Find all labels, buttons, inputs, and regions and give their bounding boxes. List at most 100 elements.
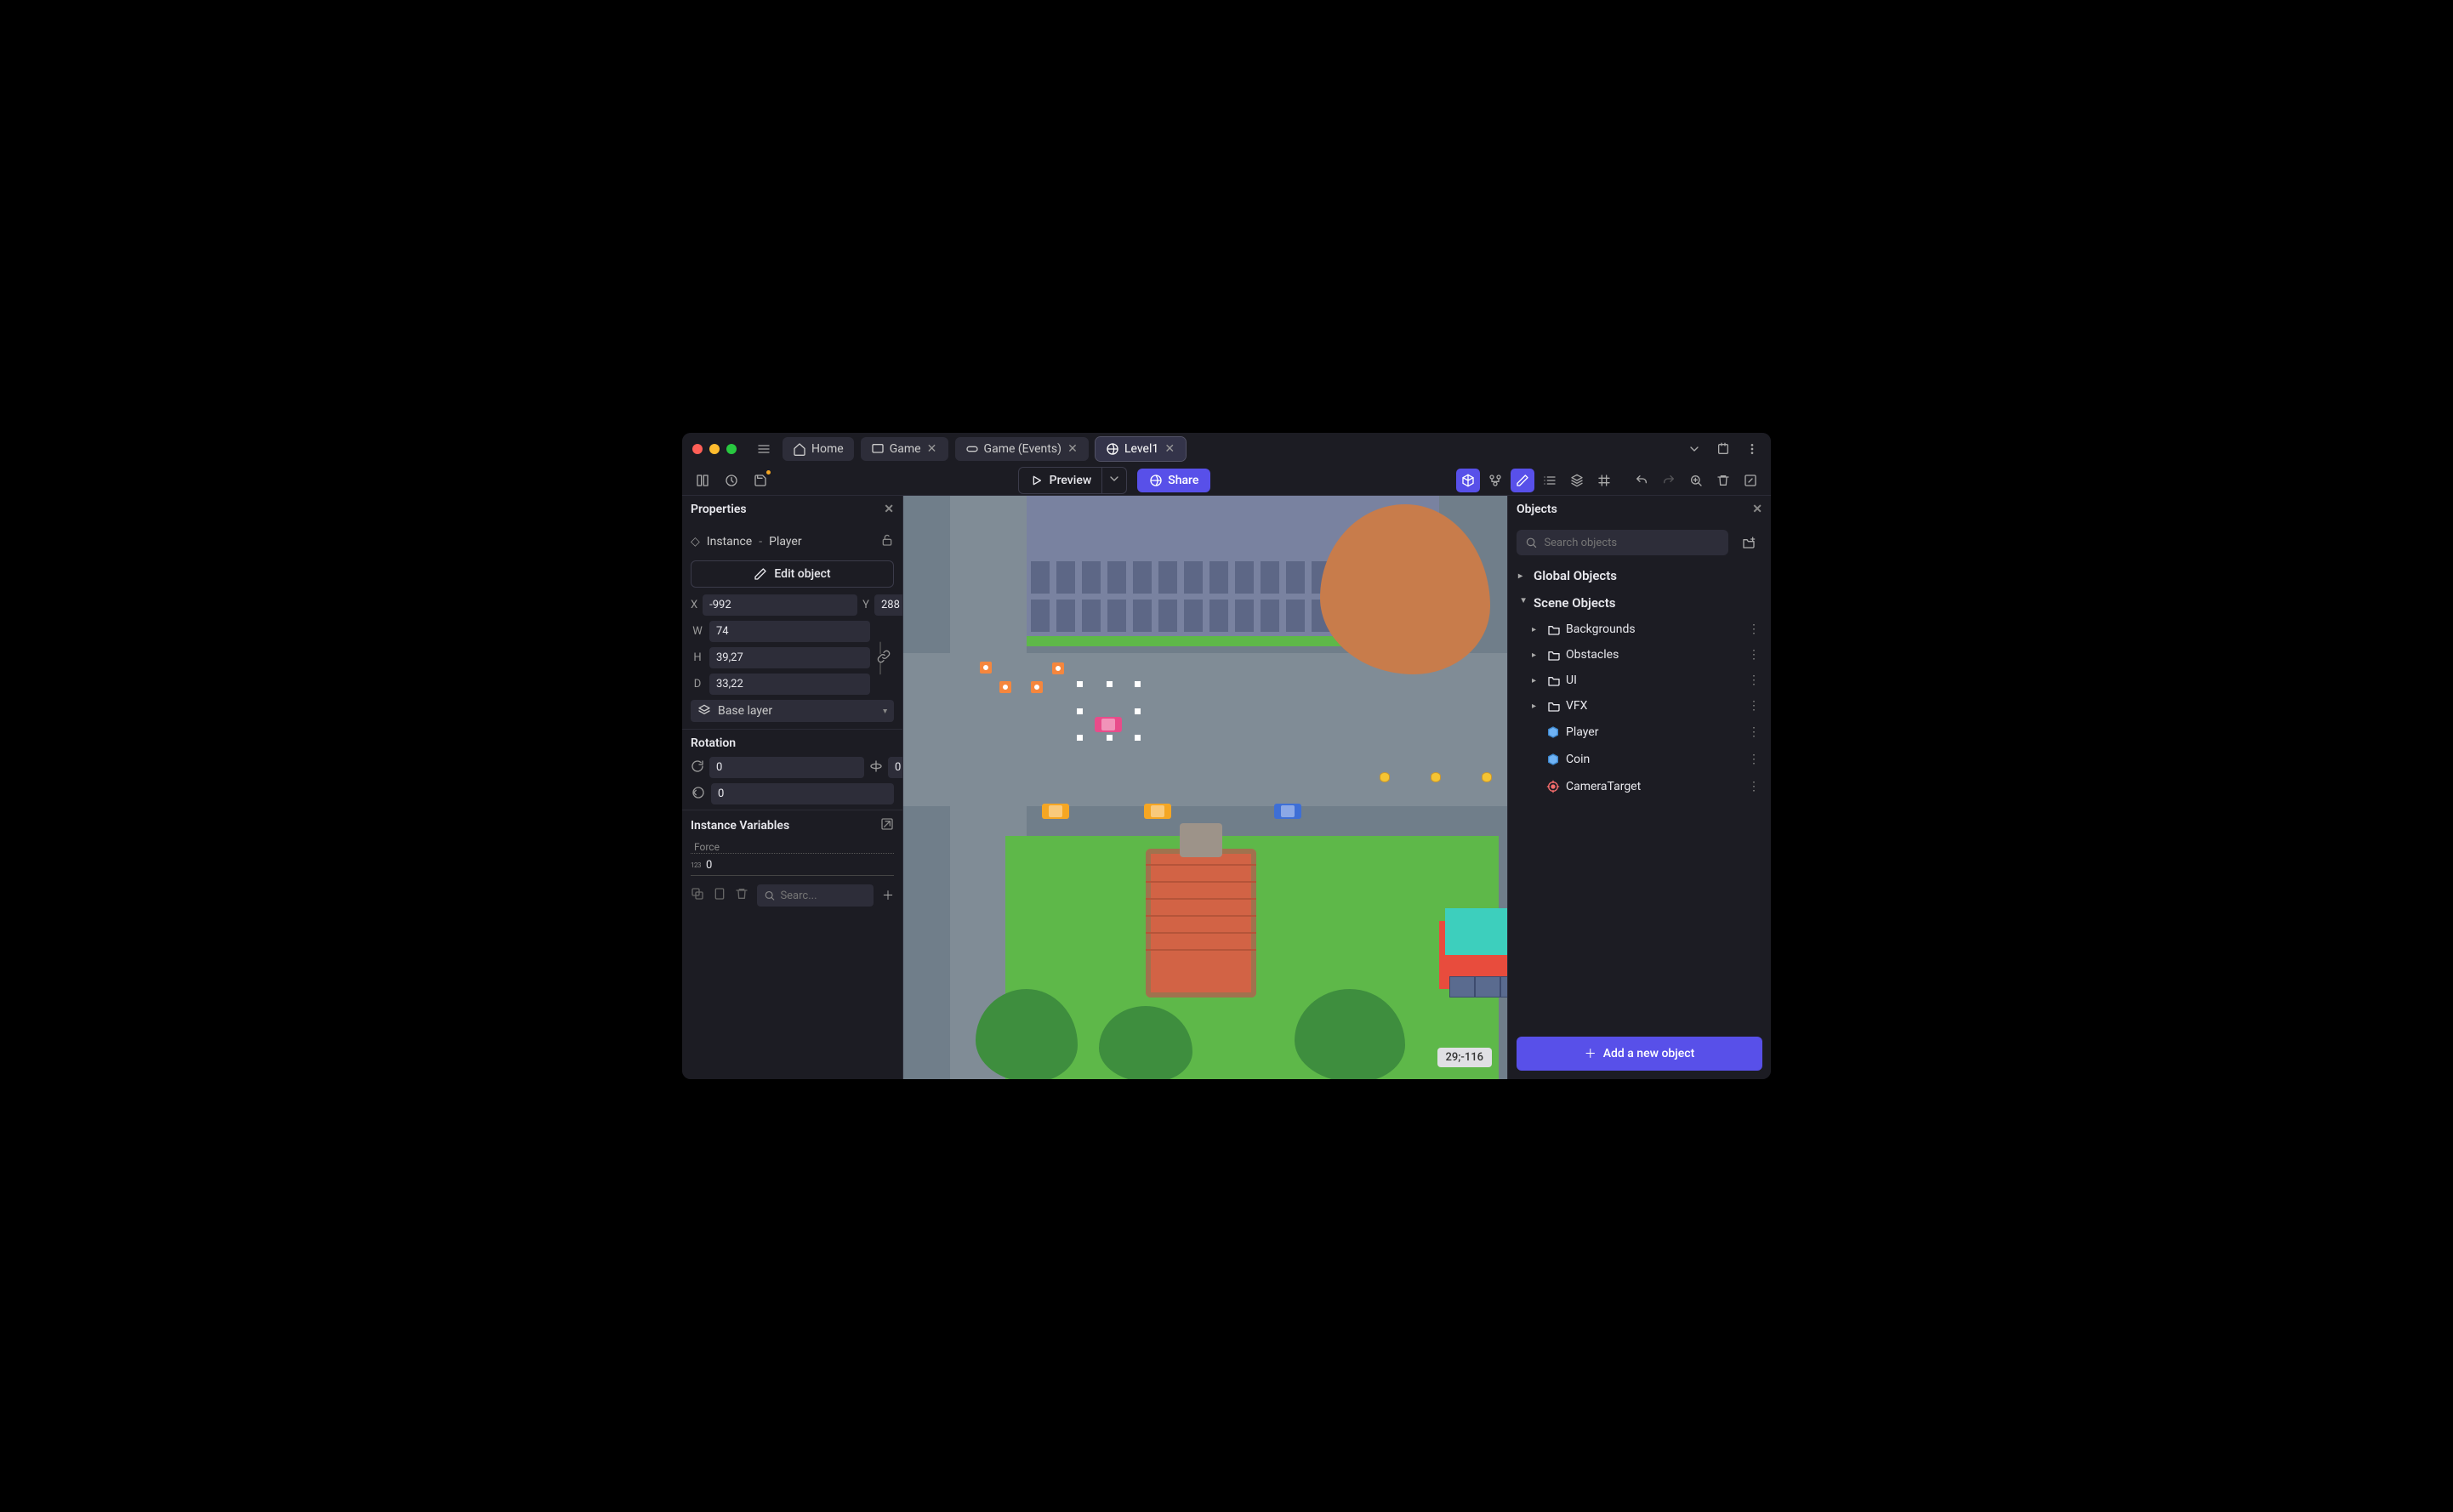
- more-icon[interactable]: ⋮: [1748, 674, 1761, 687]
- coin: [1431, 772, 1441, 782]
- var-name[interactable]: Force: [691, 841, 894, 854]
- tree-folder-obstacles[interactable]: ▸ Obstacles ⋮: [1511, 642, 1767, 668]
- more-icon[interactable]: ⋮: [1748, 648, 1761, 662]
- var-search-input[interactable]: [780, 890, 867, 902]
- preview-dropdown[interactable]: [1101, 467, 1127, 494]
- toolbar: Preview Share: [682, 465, 1771, 496]
- tree-item-label: Player: [1566, 725, 1743, 739]
- unlock-icon[interactable]: [880, 533, 894, 550]
- link-dimensions-icon[interactable]: [876, 650, 891, 666]
- popout-icon[interactable]: [880, 817, 894, 834]
- add-object-label: Add a new object: [1603, 1047, 1695, 1060]
- save-icon[interactable]: [748, 469, 772, 492]
- edit2-icon[interactable]: [1739, 469, 1762, 492]
- close-window[interactable]: [692, 444, 703, 454]
- list-icon[interactable]: [1538, 469, 1562, 492]
- rotation-title: Rotation: [682, 729, 902, 757]
- tree-item-label: Obstacles: [1566, 648, 1743, 662]
- tab-level1[interactable]: Level1 ✕: [1096, 437, 1186, 461]
- minimize-window[interactable]: [709, 444, 720, 454]
- coin: [1380, 772, 1390, 782]
- tree-folder-ui[interactable]: ▸ UI ⋮: [1511, 668, 1767, 693]
- close-icon[interactable]: ✕: [1752, 503, 1762, 516]
- tower: [1146, 849, 1256, 998]
- tab-level1-label: Level1: [1124, 442, 1158, 456]
- var-value-input[interactable]: [706, 855, 894, 875]
- d-label: D: [691, 678, 704, 691]
- more-icon[interactable]: ⋮: [1748, 780, 1761, 793]
- h-input[interactable]: [709, 647, 870, 668]
- preview-button[interactable]: Preview: [1018, 467, 1103, 494]
- x-input[interactable]: [703, 594, 857, 616]
- cube3d-icon[interactable]: [1456, 469, 1480, 492]
- tree-folder-vfx[interactable]: ▸ VFX ⋮: [1511, 693, 1767, 719]
- tab-game-events[interactable]: Game (Events) ✕: [955, 437, 1089, 461]
- extensions-icon[interactable]: [1715, 441, 1732, 458]
- car: [1042, 804, 1069, 819]
- scene-icon: [1106, 442, 1119, 456]
- plus-icon[interactable]: ＋: [882, 887, 894, 904]
- maximize-window[interactable]: [726, 444, 737, 454]
- w-input[interactable]: [709, 621, 870, 642]
- paste-icon[interactable]: [713, 887, 726, 904]
- folder-icon: [1547, 622, 1561, 636]
- more-menu-icon[interactable]: [1744, 441, 1761, 458]
- cone: [999, 681, 1011, 693]
- history-icon[interactable]: [720, 469, 743, 492]
- share-button[interactable]: Share: [1137, 469, 1210, 492]
- tree-folder-backgrounds[interactable]: ▸ Backgrounds ⋮: [1511, 617, 1767, 642]
- add-object-button[interactable]: ＋ Add a new object: [1517, 1037, 1762, 1071]
- edit-icon[interactable]: [1511, 469, 1534, 492]
- redo-icon[interactable]: [1657, 469, 1681, 492]
- grid-icon[interactable]: [1592, 469, 1616, 492]
- more-icon[interactable]: ⋮: [1748, 622, 1761, 636]
- rot-x-input[interactable]: [709, 757, 864, 778]
- chevron-down-icon[interactable]: [1686, 441, 1703, 458]
- objects-search[interactable]: [1517, 530, 1728, 555]
- tree-item-label: CameraTarget: [1566, 780, 1743, 793]
- trash-icon[interactable]: [735, 887, 748, 904]
- more-icon[interactable]: ⋮: [1748, 699, 1761, 713]
- rot-z-input[interactable]: [711, 783, 894, 804]
- zoom-icon[interactable]: [1684, 469, 1708, 492]
- h-label: H: [691, 651, 704, 664]
- panels-toggle-icon[interactable]: [691, 469, 714, 492]
- layers-icon[interactable]: [1565, 469, 1589, 492]
- close-icon[interactable]: ✕: [1067, 443, 1079, 455]
- edit-object-button[interactable]: Edit object: [691, 560, 894, 588]
- tree-item-label: VFX: [1566, 699, 1743, 713]
- tree-object-player[interactable]: Player ⋮: [1511, 719, 1767, 746]
- more-icon[interactable]: ⋮: [1748, 753, 1761, 766]
- layer-select[interactable]: Base layer ▸: [691, 700, 894, 722]
- tree-object-cameratarget[interactable]: CameraTarget ⋮: [1511, 773, 1767, 800]
- hierarchy-icon[interactable]: [1483, 469, 1507, 492]
- tree-scene-objects[interactable]: ▸ Scene Objects: [1511, 589, 1767, 617]
- selection-handles[interactable]: [1077, 681, 1141, 741]
- instance-name: Player: [769, 535, 801, 549]
- d-input[interactable]: [709, 674, 870, 695]
- tab-game[interactable]: Game ✕: [861, 437, 948, 461]
- tab-home[interactable]: Home: [783, 437, 854, 461]
- tree-global-objects[interactable]: ▸ Global Objects: [1511, 562, 1767, 589]
- events-icon: [965, 442, 979, 456]
- more-icon[interactable]: ⋮: [1748, 725, 1761, 739]
- objects-search-input[interactable]: [1544, 537, 1720, 549]
- tree-object-coin[interactable]: Coin ⋮: [1511, 746, 1767, 773]
- add-folder-icon[interactable]: [1735, 530, 1762, 555]
- var-search[interactable]: [757, 884, 874, 907]
- undo-icon[interactable]: [1630, 469, 1653, 492]
- house: [1405, 908, 1507, 1002]
- tree-item-label: Global Objects: [1534, 568, 1761, 583]
- instance-sep: -: [759, 535, 762, 549]
- rot-y-icon: [869, 759, 883, 776]
- copy-icon[interactable]: [691, 887, 704, 904]
- close-icon[interactable]: ✕: [884, 503, 894, 516]
- scene-viewport[interactable]: 29;-116: [903, 496, 1507, 1079]
- menu-icon[interactable]: [752, 437, 776, 461]
- properties-panel: Properties ✕ ◇ Instance - Player Edit ob…: [682, 496, 903, 1079]
- close-icon[interactable]: ✕: [1164, 443, 1175, 455]
- chevron-down-icon: ▸: [1519, 598, 1528, 608]
- trash-icon[interactable]: [1711, 469, 1735, 492]
- properties-title: Properties: [691, 503, 747, 516]
- close-icon[interactable]: ✕: [926, 443, 938, 455]
